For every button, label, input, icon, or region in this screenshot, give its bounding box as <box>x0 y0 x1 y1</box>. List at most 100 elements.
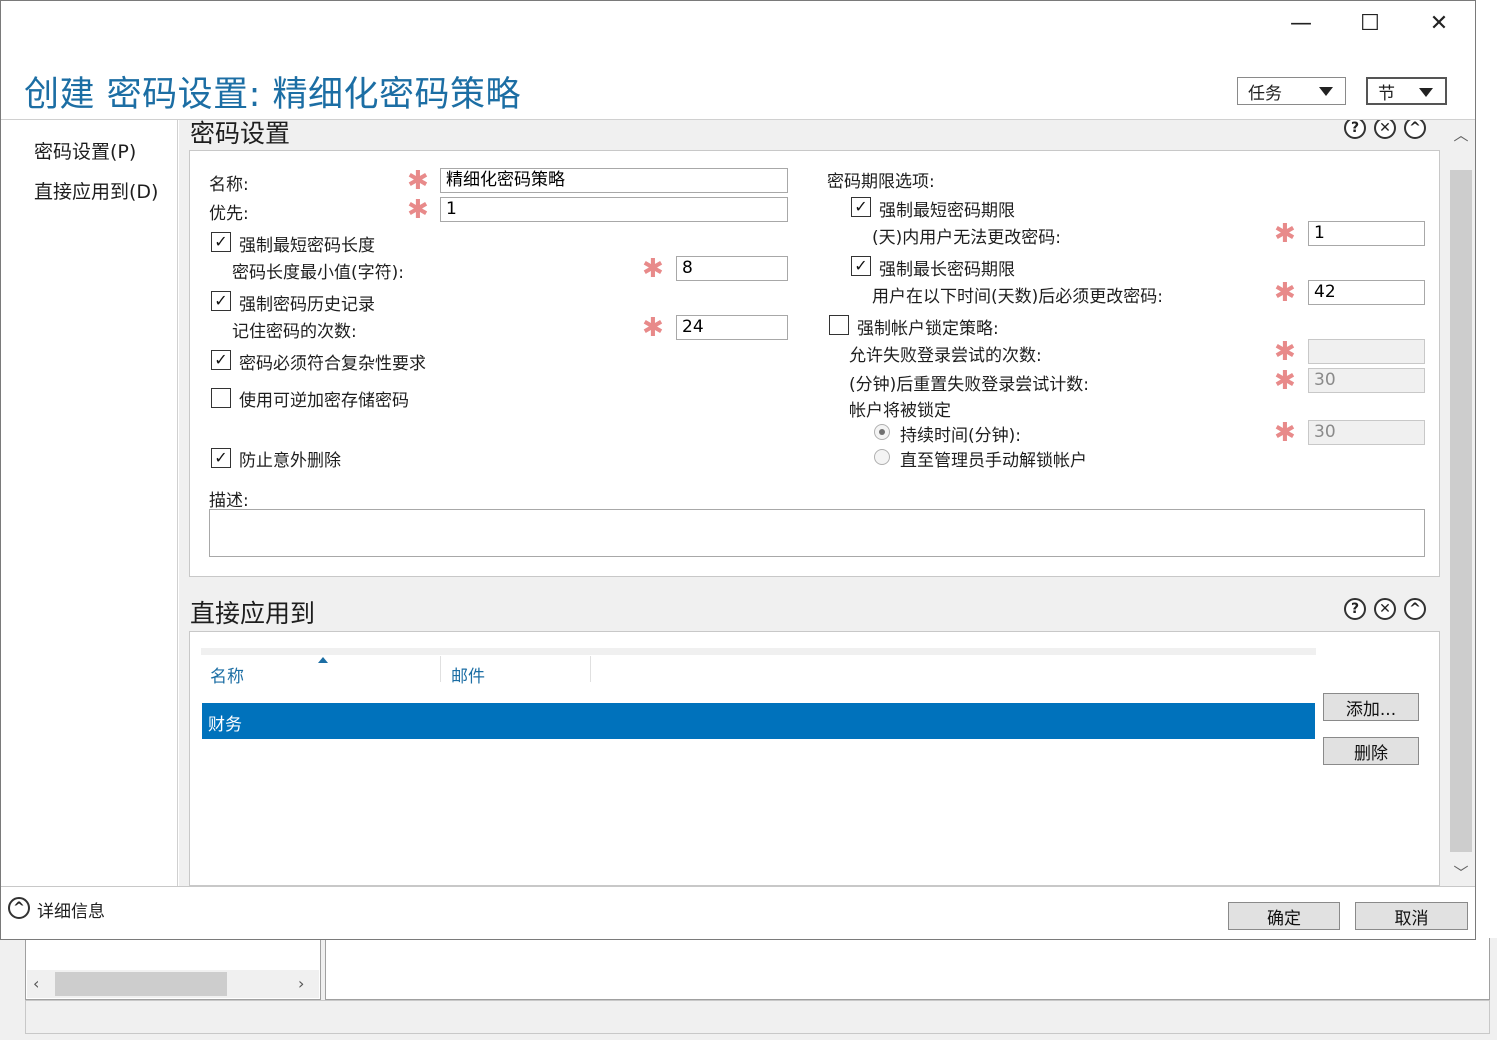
until-admin-unlock-radio[interactable] <box>874 449 890 465</box>
until-admin-unlock-label: 直至管理员手动解锁帐户 <box>900 451 1087 471</box>
scroll-up-icon[interactable]: ︿ <box>1451 124 1471 145</box>
required-icon: ✱ <box>1274 219 1296 249</box>
age-options-label: 密码期限选项: <box>827 172 935 192</box>
apply-to-list <box>201 648 1316 874</box>
close-icon: ✕ <box>1429 10 1449 36</box>
required-icon: ✱ <box>1274 337 1296 367</box>
history-count-field[interactable]: 24 <box>676 315 788 340</box>
expand-details-icon[interactable]: ^ <box>8 897 30 919</box>
max-age-label: 用户在以下时间(天数)后必须更改密码: <box>872 287 1163 307</box>
reversible-encryption-checkbox[interactable] <box>211 388 231 408</box>
column-divider[interactable] <box>440 656 441 682</box>
reversible-encryption-label: 使用可逆加密存储密码 <box>239 391 409 411</box>
checkmark-icon: ✓ <box>214 350 228 369</box>
add-button[interactable]: 添加... <box>1323 693 1419 721</box>
content-scroll-area: 密码设置 ? ✕ ^ 名称: ✱ 精细化密码策略 优先: ✱ 1 ✓ 强制最短密… <box>179 120 1447 886</box>
maximize-icon: ☐ <box>1360 10 1380 36</box>
failed-attempts-field[interactable] <box>1308 339 1425 364</box>
precedence-label: 优先: <box>209 204 249 224</box>
min-length-label: 密码长度最小值(字符): <box>232 263 404 283</box>
enforce-min-length-label: 强制最短密码长度 <box>239 236 375 256</box>
min-age-label: (天)内用户无法更改密码: <box>872 228 1061 248</box>
table-row[interactable]: 财务 <box>202 703 1315 739</box>
collapse-icon[interactable]: ^ <box>1404 598 1426 620</box>
failed-attempts-label: 允许失败登录尝试的次数: <box>849 346 1042 366</box>
background-status-bar <box>25 1000 1490 1034</box>
column-divider[interactable] <box>590 656 591 682</box>
remove-button[interactable]: 删除 <box>1323 737 1419 765</box>
enforce-max-age-label: 强制最长密码期限 <box>879 260 1015 280</box>
checkmark-icon: ✓ <box>854 197 868 216</box>
vertical-scroll-thumb[interactable] <box>1450 170 1472 852</box>
close-window-button[interactable]: ✕ <box>1406 4 1472 42</box>
checkmark-icon: ✓ <box>214 291 228 310</box>
required-icon: ✱ <box>642 313 664 343</box>
nav-item-password-settings[interactable]: 密码设置(P) <box>34 137 136 164</box>
chevron-down-icon <box>1419 88 1433 97</box>
duration-field[interactable]: 30 <box>1308 420 1425 445</box>
help-icon[interactable]: ? <box>1344 120 1366 139</box>
checkmark-icon: ✓ <box>854 256 868 275</box>
minimize-icon: — <box>1290 10 1312 36</box>
chevron-down-icon <box>1319 87 1333 96</box>
lockout-policy-label: 强制帐户锁定策略: <box>857 319 999 339</box>
history-count-label: 记住密码的次数: <box>232 322 357 342</box>
maximize-button[interactable]: ☐ <box>1337 4 1403 42</box>
close-section-icon[interactable]: ✕ <box>1374 120 1396 139</box>
sort-ascending-icon <box>318 657 328 663</box>
enforce-history-checkbox[interactable]: ✓ <box>211 291 231 311</box>
scroll-right-icon[interactable]: › <box>298 974 304 993</box>
duration-label: 持续时间(分钟): <box>900 426 1021 446</box>
name-label: 名称: <box>209 175 249 195</box>
nav-item-directly-applies-to[interactable]: 直接应用到(D) <box>34 177 158 204</box>
tasks-dropdown-label: 任务 <box>1248 83 1282 104</box>
description-label: 描述: <box>209 491 249 511</box>
precedence-field[interactable]: 1 <box>440 197 788 222</box>
background-content-pane <box>325 938 1490 1000</box>
close-section-icon[interactable]: ✕ <box>1374 598 1396 620</box>
sections-dropdown[interactable]: 节 <box>1366 77 1447 105</box>
name-field[interactable]: 精细化密码策略 <box>440 168 788 193</box>
account-locked-label: 帐户将被锁定 <box>849 401 951 421</box>
row-name: 财务 <box>208 715 242 735</box>
scroll-left-icon[interactable]: ‹ <box>33 974 39 993</box>
help-icon[interactable]: ? <box>1344 598 1366 620</box>
enforce-min-age-checkbox[interactable]: ✓ <box>851 197 871 217</box>
min-length-field[interactable]: 8 <box>676 256 788 281</box>
sections-dropdown-label: 节 <box>1378 83 1395 104</box>
complexity-label: 密码必须符合复杂性要求 <box>239 354 426 374</box>
enforce-history-label: 强制密码历史记录 <box>239 295 375 315</box>
protect-deletion-checkbox[interactable]: ✓ <box>211 448 231 468</box>
max-age-field[interactable]: 42 <box>1308 280 1425 305</box>
enforce-max-age-checkbox[interactable]: ✓ <box>851 256 871 276</box>
description-field[interactable] <box>209 509 1425 557</box>
required-icon: ✱ <box>407 195 429 225</box>
lockout-policy-checkbox[interactable] <box>829 315 849 335</box>
enforce-min-length-checkbox[interactable]: ✓ <box>211 232 231 252</box>
required-icon: ✱ <box>1274 278 1296 308</box>
details-label[interactable]: 详细信息 <box>37 897 105 922</box>
duration-radio[interactable] <box>874 424 890 440</box>
ok-button[interactable]: 确定 <box>1228 902 1340 930</box>
scroll-down-icon[interactable]: ﹀ <box>1451 862 1471 883</box>
section-navigation <box>1 120 178 886</box>
apply-to-section-title: 直接应用到 <box>190 599 316 628</box>
collapse-icon[interactable]: ^ <box>1404 120 1426 139</box>
checkmark-icon: ✓ <box>214 232 228 251</box>
cancel-button[interactable]: 取消 <box>1355 902 1468 930</box>
column-header-mail[interactable]: 邮件 <box>451 662 485 687</box>
password-settings-section-title: 密码设置 <box>190 120 291 148</box>
background-scroll-thumb[interactable] <box>55 972 227 996</box>
protect-deletion-label: 防止意外删除 <box>239 451 341 471</box>
required-icon: ✱ <box>407 166 429 196</box>
complexity-checkbox[interactable]: ✓ <box>211 350 231 370</box>
min-age-field[interactable]: 1 <box>1308 221 1425 246</box>
required-icon: ✱ <box>1274 366 1296 396</box>
enforce-min-age-label: 强制最短密码期限 <box>879 201 1015 221</box>
tasks-dropdown[interactable]: 任务 <box>1237 77 1346 105</box>
background-window-edge <box>1475 0 1497 1040</box>
column-header-name[interactable]: 名称 <box>210 662 244 687</box>
minimize-button[interactable]: — <box>1268 4 1334 42</box>
reset-after-field[interactable]: 30 <box>1308 368 1425 393</box>
required-icon: ✱ <box>642 254 664 284</box>
